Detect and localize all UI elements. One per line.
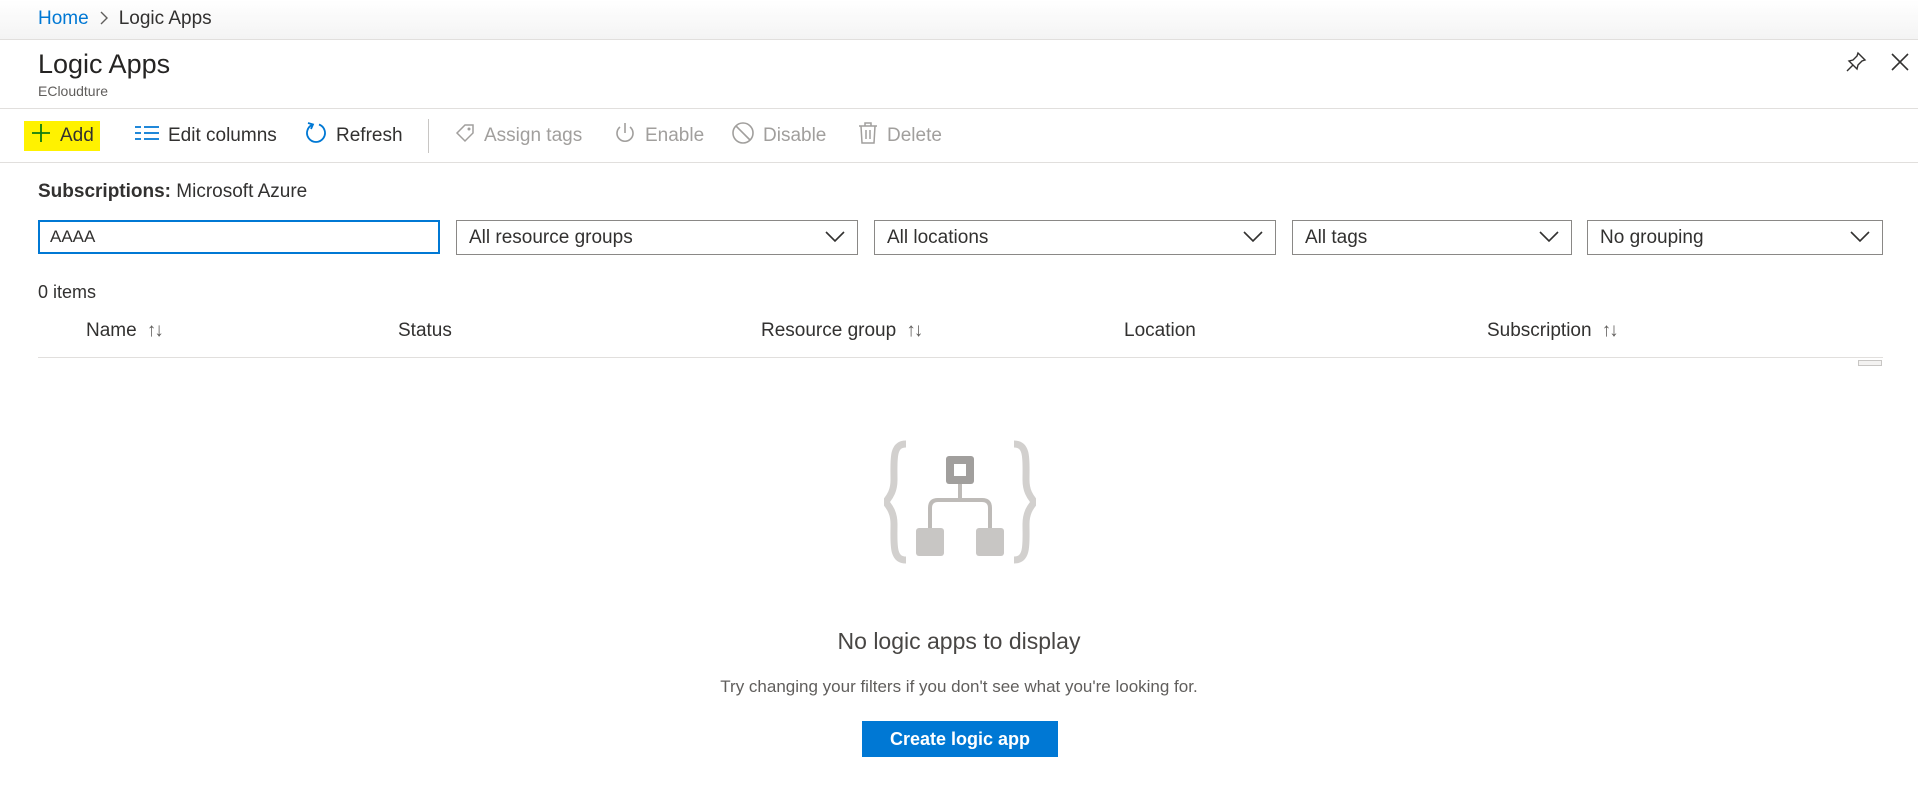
logic-app-icon [884,440,1036,564]
resource-group-value: All resource groups [469,226,633,248]
table-header-divider [38,357,1883,358]
column-header-name[interactable]: Name ↑↓ [86,320,164,342]
column-header-label: Name [86,320,137,341]
column-header-label: Status [398,320,452,341]
tag-icon [454,122,476,150]
refresh-button[interactable]: Refresh [304,121,403,151]
tags-value: All tags [1305,226,1368,248]
column-header-label: Location [1124,320,1196,341]
grouping-value: No grouping [1600,226,1704,248]
pin-button[interactable] [1838,46,1874,82]
subscriptions-label: Subscriptions: [38,181,172,202]
tags-dropdown[interactable]: All tags [1292,220,1572,255]
top-bar [0,0,1918,40]
edit-columns-button[interactable]: Edit columns [134,121,277,151]
close-button[interactable] [1882,46,1918,82]
sort-icon: ↑↓ [1601,320,1619,341]
breadcrumb: Home Logic Apps [38,8,212,30]
page-title: Logic Apps [38,49,171,79]
sort-icon: ↑↓ [906,320,923,341]
disable-button[interactable]: Disable [731,121,826,151]
enable-label: Enable [645,125,705,146]
disable-icon [731,121,755,151]
column-resize-handle[interactable] [1858,360,1882,366]
disable-label: Disable [763,125,827,146]
chevron-right-icon [99,9,109,30]
assign-tags-label: Assign tags [484,125,583,146]
toolbar-separator [428,119,429,153]
add-button[interactable]: Add [24,121,100,151]
header-actions [1838,46,1918,82]
grouping-dropdown[interactable]: No grouping [1587,220,1883,255]
assign-tags-button[interactable]: Assign tags [454,121,582,151]
delete-button[interactable]: Delete [857,121,942,151]
refresh-label: Refresh [336,125,403,146]
column-header-status[interactable]: Status [398,320,452,342]
breadcrumb-current: Logic Apps [118,8,212,29]
add-label: Add [60,125,94,146]
sort-icon: ↑↓ [146,320,164,341]
enable-button[interactable]: Enable [613,121,704,151]
plus-icon [30,122,52,150]
item-count: 0 items [38,282,97,302]
empty-state-title: No logic apps to display [837,628,1081,654]
column-header-resource-group[interactable]: Resource group ↑↓ [761,320,923,342]
trash-icon [857,121,879,151]
edit-columns-icon [134,123,160,149]
subscriptions-value[interactable]: Microsoft Azure [176,181,307,202]
chevron-down-icon [1243,227,1263,249]
subscriptions-filter: Subscriptions: Microsoft Azure [38,181,307,203]
pin-icon [1845,51,1867,78]
edit-columns-label: Edit columns [168,125,277,146]
create-logic-app-button[interactable]: Create logic app [862,721,1058,757]
empty-state-description: Try changing your filters if you don't s… [720,677,1198,696]
close-icon [1890,52,1910,77]
chevron-down-icon [825,227,845,249]
breadcrumb-home-link[interactable]: Home [38,8,89,30]
chevron-down-icon [1539,227,1559,249]
column-header-label: Subscription [1487,320,1592,341]
column-header-location[interactable]: Location [1124,320,1196,342]
chevron-down-icon [1850,227,1870,249]
location-dropdown[interactable]: All locations [874,220,1276,255]
filter-by-name-input[interactable] [38,220,440,254]
power-icon [613,121,637,151]
location-value: All locations [887,226,989,248]
column-header-label: Resource group [761,320,897,341]
resource-group-dropdown[interactable]: All resource groups [456,220,858,255]
page-subtitle: ECloudture [38,83,109,99]
command-bar: Add Edit columns Refresh Assign tags Ena… [0,108,1918,163]
delete-label: Delete [887,125,942,146]
refresh-icon [304,121,328,151]
column-header-subscription[interactable]: Subscription ↑↓ [1487,320,1619,342]
